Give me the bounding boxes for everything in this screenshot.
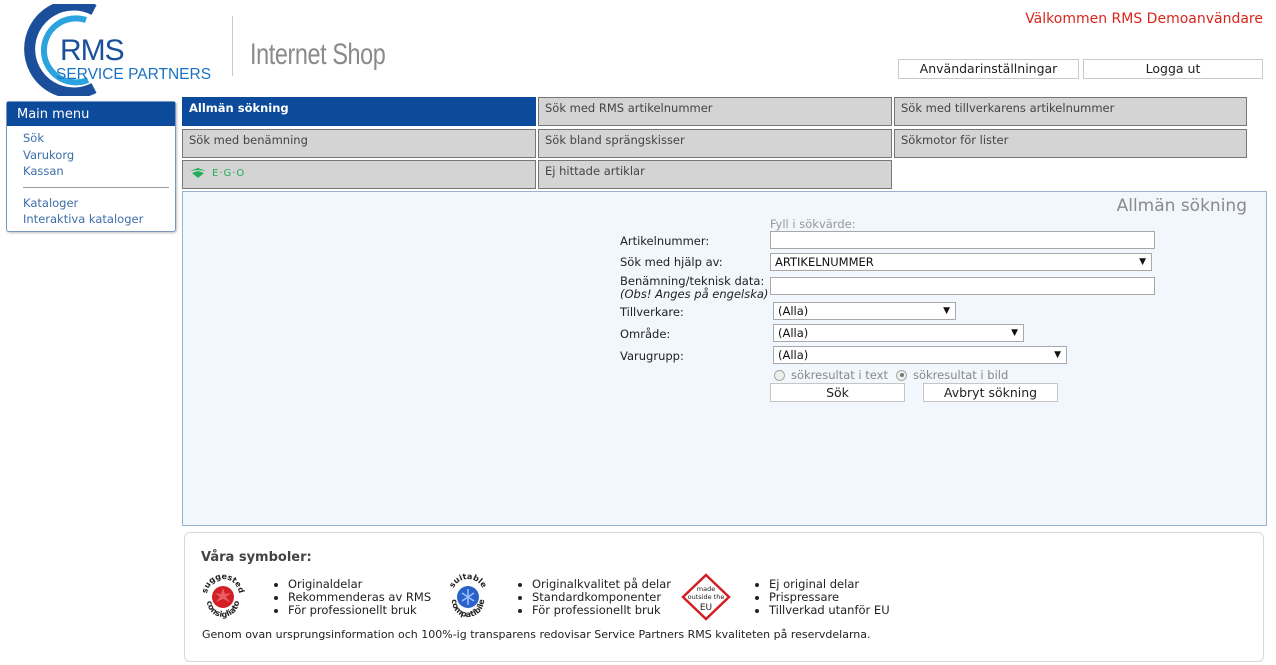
tab-sprangskisser[interactable]: Sök bland sprängskisser (538, 129, 892, 158)
symbols-list-1: Originaldelar Rekommenderas av RMS För p… (274, 578, 431, 617)
label-omrade: Område: (620, 327, 671, 341)
label-benamning-note: (Obs! Anges på engelska) (620, 287, 769, 301)
tab-allman-sokning[interactable]: Allmän sökning (182, 97, 536, 126)
logo-rms-text: RMS (60, 34, 125, 67)
search-by-select[interactable]: ARTIKELNUMMER ▼ (770, 253, 1152, 271)
radio-result-text[interactable]: sökresultat i text (774, 368, 888, 382)
menu-item-sok[interactable]: Sök (23, 130, 175, 147)
menu-item-varukorg[interactable]: Varukorg (23, 147, 175, 164)
fill-hint: Fyll i sökvärde: (770, 217, 856, 231)
list-item: För professionellt bruk (532, 604, 671, 617)
symbols-box: Våra symboler: suggested consigliato Ori… (184, 532, 1264, 662)
manufacturer-value: (Alla) (778, 304, 809, 318)
radio-result-image[interactable]: sökresultat i bild (896, 368, 1008, 382)
logout-button[interactable]: Logga ut (1083, 59, 1263, 79)
symbols-footer-text: Genom ovan ursprungsinformation och 100%… (202, 628, 871, 641)
cancel-search-button[interactable]: Avbryt sökning (923, 383, 1058, 402)
main-menu: Main menu Sök Varukorg Kassan Kataloger … (6, 101, 176, 232)
logo-service-partners-text: SERVICE PARTNERS (56, 66, 212, 83)
svg-text:EU: EU (700, 603, 712, 613)
radio-text-dot[interactable] (774, 369, 785, 381)
ego-wave-icon (190, 168, 206, 178)
list-item: För professionellt bruk (288, 604, 431, 617)
made-outside-eu-icon: made outside the EU (681, 573, 731, 621)
welcome-message: Välkommen RMS Demoanvändare (1025, 11, 1263, 27)
group-value: (Alla) (778, 348, 809, 362)
main-menu-list-catalogs: Kataloger Interaktiva kataloger (7, 195, 175, 228)
shop-title: Internet Shop (250, 38, 386, 71)
group-select[interactable]: (Alla) ▼ (773, 346, 1067, 364)
tab-ej-hittade-artiklar[interactable]: Ej hittade artiklar (538, 160, 892, 189)
manufacturer-select[interactable]: (Alla) ▼ (773, 302, 956, 320)
tab-sokmotor-lister[interactable]: Sökmotor för lister (894, 129, 1247, 158)
chevron-down-icon: ▼ (1139, 257, 1146, 267)
list-item: Tillverkad utanför EU (769, 604, 890, 617)
chevron-down-icon: ▼ (1054, 350, 1061, 360)
area-value: (Alla) (778, 326, 809, 340)
search-button[interactable]: Sök (770, 383, 905, 402)
search-panel: Allmän sökning Fyll i sökvärde: Artikeln… (182, 191, 1267, 526)
radio-image-dot[interactable] (896, 369, 907, 381)
tab-benamning[interactable]: Sök med benämning (182, 129, 536, 158)
suitable-compatibile-icon: suitable compatibile (447, 573, 488, 619)
label-sok-med-hjalp-av: Sök med hjälp av: (620, 255, 723, 269)
menu-item-kassan[interactable]: Kassan (23, 163, 175, 180)
header-divider (232, 16, 233, 76)
label-artikelnummer: Artikelnummer: (620, 234, 710, 248)
main-menu-list: Sök Varukorg Kassan (7, 126, 175, 180)
menu-item-interaktiva-kataloger[interactable]: Interaktiva kataloger (23, 211, 175, 228)
radio-text-label: sökresultat i text (791, 368, 888, 382)
svg-text:outside the: outside the (688, 593, 725, 601)
label-tillverkare: Tillverkare: (620, 305, 684, 319)
user-settings-button[interactable]: Användarinställningar (898, 59, 1079, 79)
radio-image-label: sökresultat i bild (913, 368, 1009, 382)
ego-logo: E·G·O (189, 167, 535, 179)
symbols-title: Våra symboler: (201, 550, 312, 565)
chevron-down-icon: ▼ (1011, 328, 1018, 338)
area-select[interactable]: (Alla) ▼ (773, 324, 1024, 342)
ego-text: E·G·O (212, 167, 246, 179)
chevron-down-icon: ▼ (943, 306, 950, 316)
search-by-value: ARTIKELNUMMER (775, 255, 874, 269)
menu-separator (23, 186, 169, 188)
tab-ego[interactable]: E·G·O (182, 160, 536, 189)
symbols-list-2: Originalkvalitet på delar Standardkompon… (518, 578, 671, 617)
label-varugrupp: Varugrupp: (620, 349, 684, 363)
rms-logo[interactable]: RMS SERVICE PARTNERS (8, 4, 228, 96)
search-panel-title: Allmän sökning (1116, 196, 1247, 216)
tab-tillverkarens-artikelnummer[interactable]: Sök med tillverkarens artikelnummer (894, 97, 1247, 126)
benamning-input[interactable] (770, 277, 1155, 295)
symbols-list-3: Ej original delar Prispressare Tillverka… (755, 578, 890, 617)
menu-item-kataloger[interactable]: Kataloger (23, 195, 175, 212)
artikelnummer-input[interactable] (770, 231, 1155, 249)
tab-rms-artikelnummer[interactable]: Sök med RMS artikelnummer (538, 97, 892, 126)
svg-text:made: made (697, 585, 715, 593)
suggested-consigliato-icon: suggested consigliato (200, 573, 246, 619)
label-benamning: Benämning/teknisk data: (620, 274, 765, 288)
main-menu-title: Main menu (7, 102, 175, 126)
